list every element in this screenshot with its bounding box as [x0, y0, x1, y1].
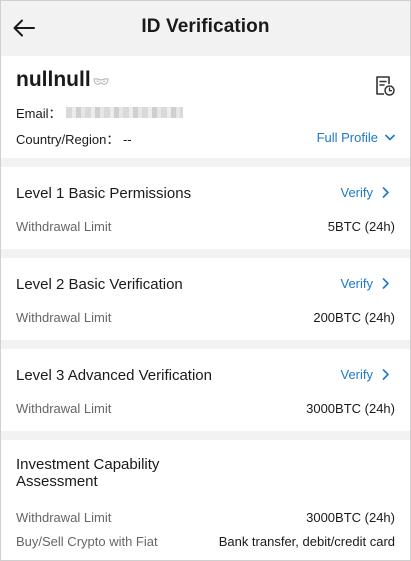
verify-button[interactable]: Verify	[340, 185, 389, 200]
country-row: Country/Region： --	[16, 129, 132, 148]
full-profile-label: Full Profile	[316, 130, 378, 145]
level-title: Level 2 Basic Verification	[16, 276, 183, 293]
country-value: --	[122, 132, 132, 147]
document-clock-icon[interactable]	[374, 75, 396, 97]
verify-label: Verify	[340, 367, 373, 382]
verify-button[interactable]: Verify	[340, 367, 389, 382]
country-label: Country/Region：	[16, 132, 120, 147]
chevron-right-icon	[382, 369, 389, 380]
withdrawal-limit-label: Withdrawal Limit	[16, 401, 112, 416]
chevron-right-icon	[382, 187, 389, 198]
username: nullnull	[16, 68, 91, 91]
withdrawal-limit-label: Withdrawal Limit	[16, 510, 112, 525]
full-profile-link[interactable]: Full Profile	[317, 130, 395, 145]
fiat-trade-value: Bank transfer, debit/credit card	[218, 534, 395, 549]
email-masked-value	[65, 107, 183, 118]
withdrawal-limit-value: 200BTC (24h)	[313, 310, 395, 325]
level-card-1: Level 1 Basic Permissions Verify Withdra…	[0, 167, 411, 249]
level-card-2: Level 2 Basic Verification Verify Withdr…	[0, 258, 411, 340]
verify-label: Verify	[340, 185, 373, 200]
email-label: Email：	[16, 106, 62, 121]
level-card-3: Level 3 Advanced Verification Verify Wit…	[0, 349, 411, 431]
withdrawal-limit-value: 3000BTC (24h)	[306, 401, 395, 416]
investment-assessment-card: Investment Capability Assessment Withdra…	[0, 440, 411, 561]
level-title: Level 3 Advanced Verification	[16, 367, 212, 384]
withdrawal-limit-value: 3000BTC (24h)	[306, 510, 395, 525]
investment-title: Investment Capability Assessment	[16, 456, 160, 490]
withdrawal-limit-value: 5BTC (24h)	[327, 219, 395, 234]
email-row: Email：	[16, 103, 183, 122]
chevron-right-icon	[382, 278, 389, 289]
chevron-down-icon	[385, 134, 395, 141]
page-title: ID Verification	[141, 16, 270, 37]
verify-button[interactable]: Verify	[340, 276, 389, 291]
mask-icon	[93, 78, 109, 85]
verify-label: Verify	[340, 276, 373, 291]
profile-card: nullnull Email： Country/Region： -- Full …	[0, 56, 411, 158]
fiat-trade-label: Buy/Sell Crypto with Fiat	[16, 534, 158, 549]
header: ID Verification	[0, 0, 411, 56]
withdrawal-limit-label: Withdrawal Limit	[16, 310, 112, 325]
level-title: Level 1 Basic Permissions	[16, 185, 192, 202]
withdrawal-limit-label: Withdrawal Limit	[16, 219, 112, 234]
